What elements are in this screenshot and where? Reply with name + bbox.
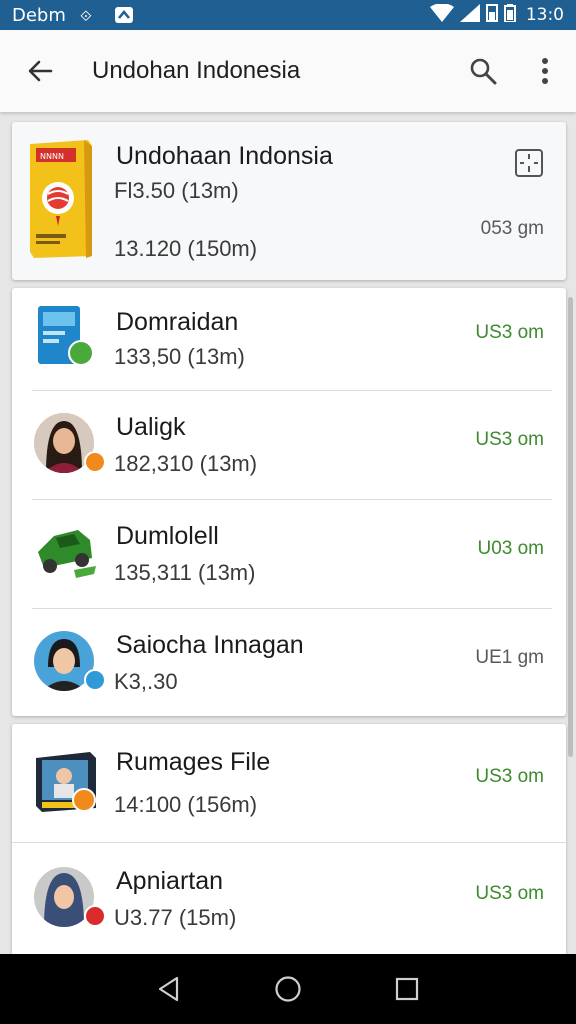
item-price: US3 om — [475, 766, 544, 787]
item-subtitle: U3.77 (15m) — [114, 905, 237, 930]
more-vert-icon — [542, 58, 548, 84]
list-item[interactable]: Apniartan U3.77 (15m) US3 om — [12, 843, 566, 954]
item-subtitle: 14:100 (156m) — [114, 792, 258, 817]
more-options-button[interactable] — [514, 30, 576, 112]
status-bar: Debm ⟐ 13:0 — [0, 0, 576, 30]
app-bar: Undohan Indonesia — [0, 30, 576, 112]
item-title: Rumages File — [116, 748, 271, 776]
item-title: Dumlolell — [116, 522, 219, 550]
nav-recents-button[interactable] — [377, 959, 437, 1019]
notification-icon — [114, 6, 134, 24]
item-subtitle: 182,310 (13m) — [114, 451, 258, 476]
circle-home-icon — [275, 976, 301, 1002]
page-title: Undohan Indonesia — [92, 57, 301, 84]
list-item[interactable]: Saiocha Innagan K3,.30 UE1 gm — [12, 609, 566, 716]
signal-icon — [459, 3, 480, 27]
status-badge — [84, 451, 106, 473]
item-title: Apniartan — [116, 867, 224, 895]
status-badge — [72, 788, 96, 812]
search-icon — [470, 58, 497, 85]
status-badge — [68, 340, 94, 366]
sim-icon — [485, 3, 498, 27]
search-button[interactable] — [452, 30, 514, 112]
system-nav-bar — [0, 954, 576, 1024]
list-group: Rumages File 14:100 (156m) US3 om Apniar… — [12, 724, 566, 954]
scrollbar[interactable] — [568, 297, 573, 757]
square-recents-icon — [395, 977, 418, 1001]
list-item[interactable]: Ualigk 182,310 (13m) US3 om — [12, 391, 566, 498]
content-list[interactable]: NNNN Undohaan Indonsia Fl3.50 (13m) 13.1… — [0, 112, 576, 954]
featured-action-button[interactable] — [514, 148, 546, 180]
item-subtitle: 133,50 (13m) — [114, 344, 245, 369]
featured-card[interactable]: NNNN Undohaan Indonsia Fl3.50 (13m) 13.1… — [12, 122, 566, 280]
wifi-icon — [429, 2, 454, 27]
list-item[interactable]: Rumages File 14:100 (156m) US3 om — [12, 724, 566, 842]
triangle-back-icon — [159, 976, 179, 1002]
featured-title: Undohaan Indonsia — [116, 142, 333, 170]
box-thumbnail — [34, 750, 100, 814]
item-title: Domraidan — [116, 308, 239, 336]
list-item[interactable]: Domraidan 133,50 (13m) US3 om — [12, 288, 566, 390]
status-badge — [84, 905, 106, 927]
product-box-image: NNNN — [30, 138, 94, 258]
arrow-back-icon — [28, 60, 53, 82]
nav-back-button[interactable] — [139, 959, 199, 1019]
item-price: U03 om — [477, 538, 544, 559]
list-item[interactable]: Dumlolell 135,311 (13m) U03 om — [12, 500, 566, 607]
app-card-thumbnail — [34, 304, 94, 368]
item-subtitle: 135,311 (13m) — [114, 560, 256, 585]
battery-icon — [503, 3, 516, 27]
status-badge — [84, 669, 106, 691]
featured-meta: 053 gm — [480, 218, 544, 239]
clock: 13:0 — [525, 5, 564, 25]
item-price: US3 om — [475, 883, 544, 904]
list-group: Domraidan 133,50 (13m) US3 om Ualigk 182… — [12, 288, 566, 716]
featured-line-2: 13.120 (150m) — [114, 236, 258, 261]
carrier-label: Debm — [12, 4, 66, 26]
item-price: UE1 gm — [475, 647, 544, 668]
svg-text:⟐: ⟐ — [80, 7, 92, 24]
vehicle-thumbnail — [34, 522, 98, 582]
featured-line-1: Fl3.50 (13m) — [114, 178, 239, 203]
nav-home-button[interactable] — [258, 959, 318, 1019]
item-title: Saiocha Innagan — [116, 631, 304, 659]
item-price: US3 om — [475, 322, 544, 343]
item-price: US3 om — [475, 429, 544, 450]
item-subtitle: K3,.30 — [114, 669, 178, 694]
back-button[interactable] — [0, 30, 80, 112]
svg-text:NNNN: NNNN — [40, 152, 64, 161]
data-saver-icon: ⟐ — [80, 6, 102, 24]
grid-icon — [515, 149, 543, 177]
item-title: Ualigk — [116, 413, 186, 441]
